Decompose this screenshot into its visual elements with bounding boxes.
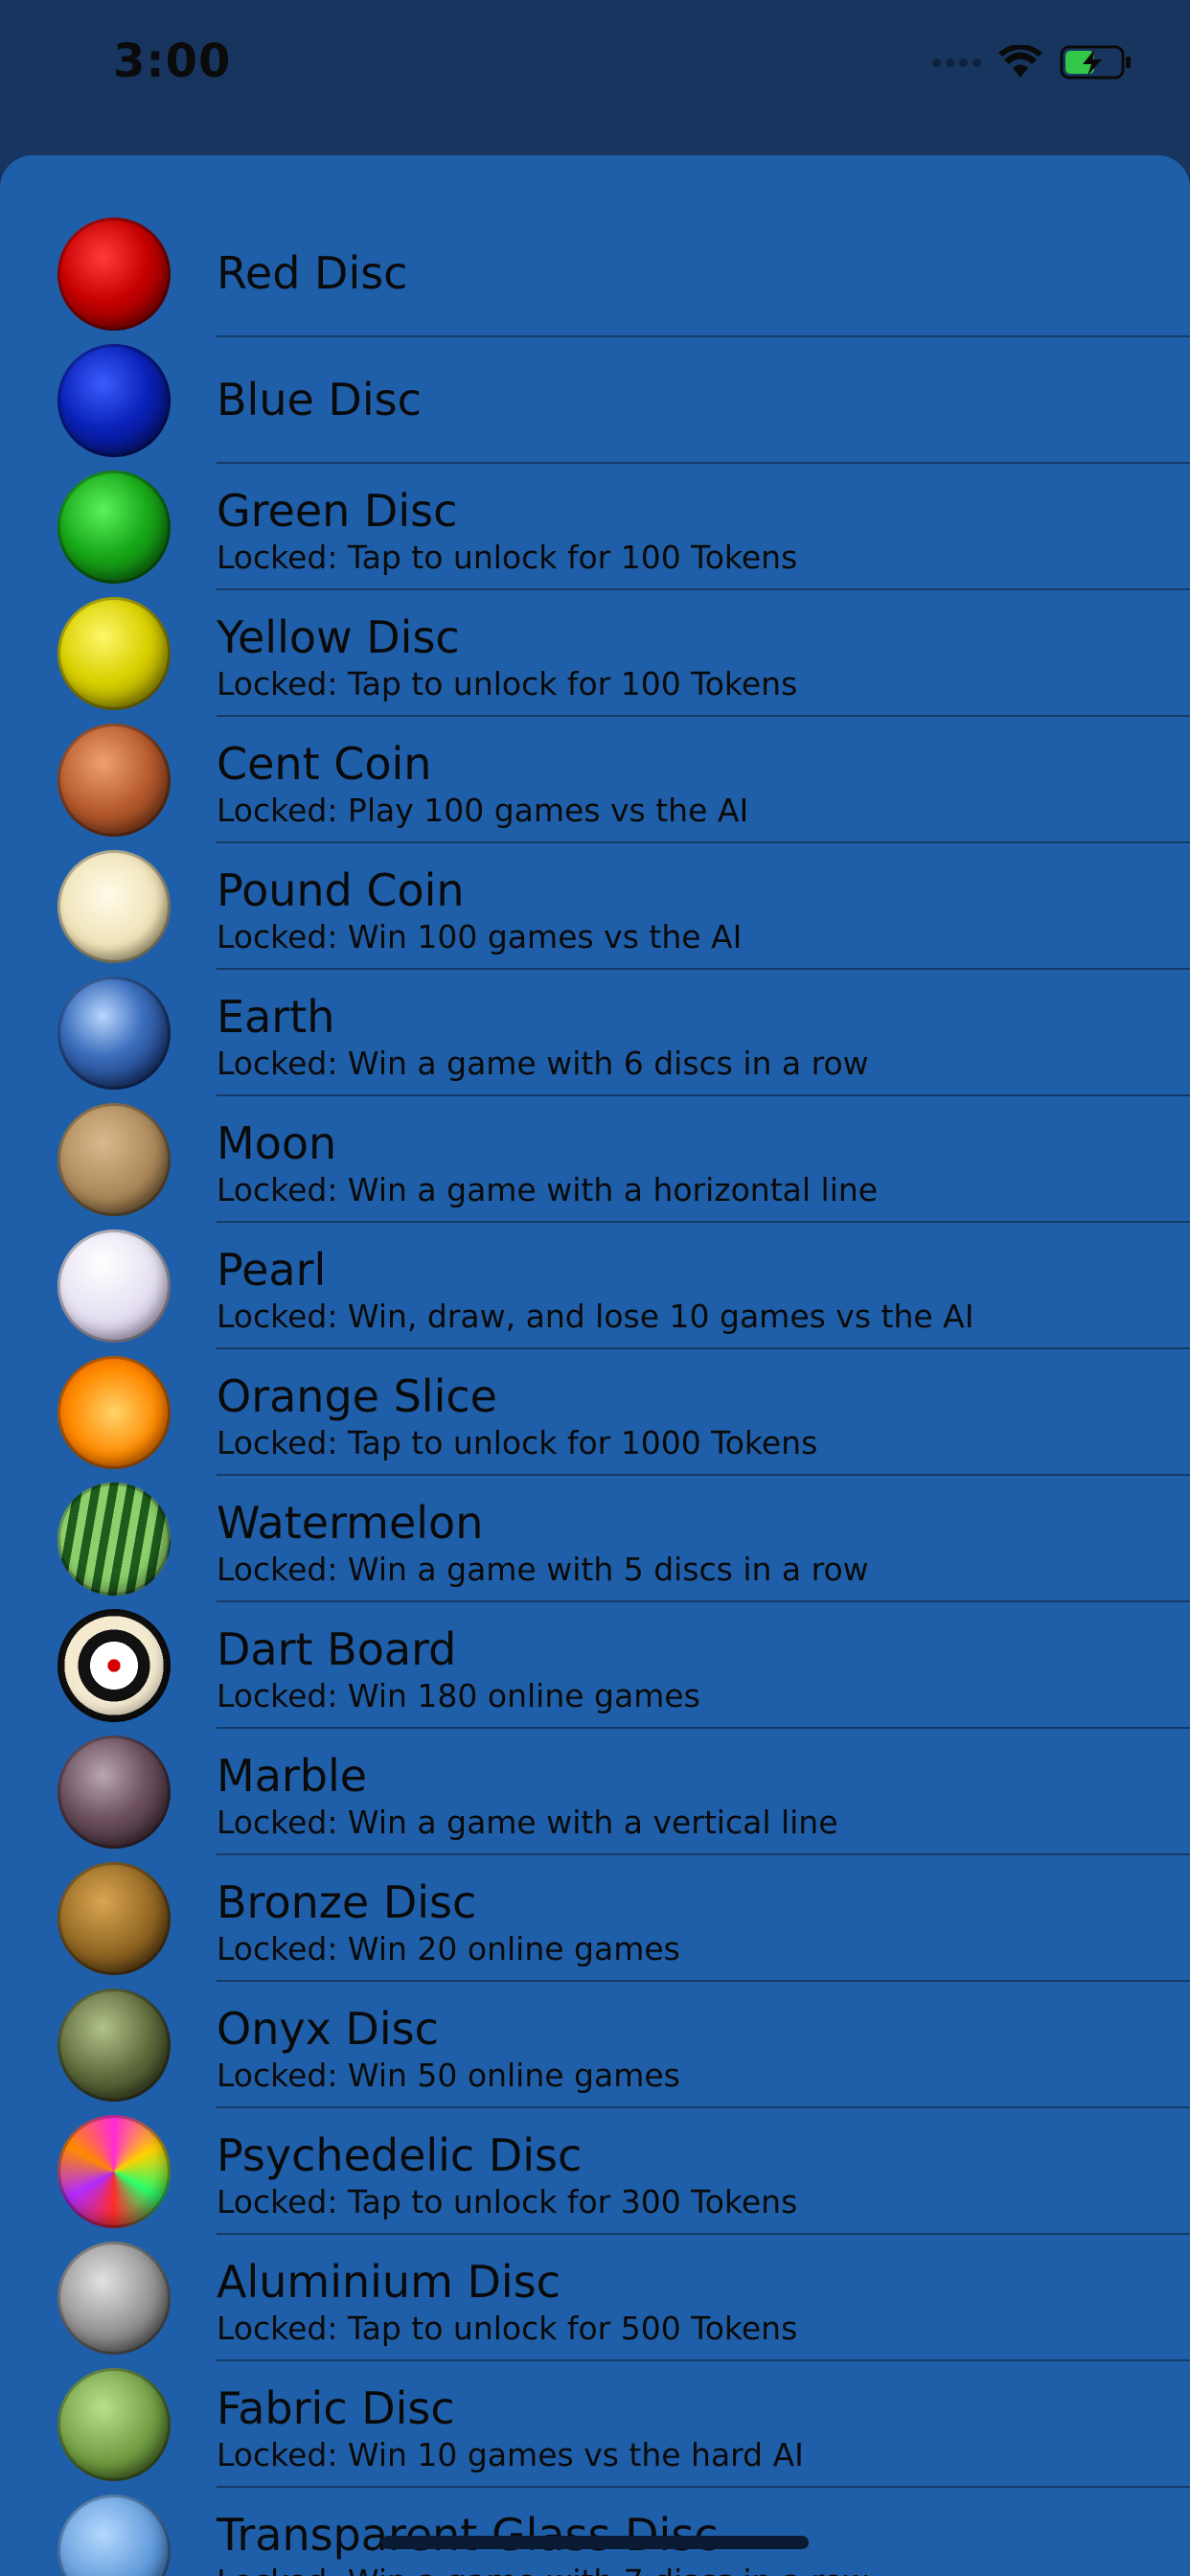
onyx-disc-icon — [57, 1989, 171, 2102]
list-item[interactable]: Orange Slice Locked: Tap to unlock for 10… — [0, 1349, 1190, 1476]
fabric-disc-icon — [57, 2368, 171, 2481]
aluminium-disc-icon — [57, 2242, 171, 2355]
item-title: Pound Coin — [217, 864, 465, 916]
item-title: Yellow Disc — [217, 611, 460, 663]
list-item[interactable]: Transparent Glass Disc Locked: Win a game… — [0, 2488, 1190, 2576]
item-title: Orange Slice — [217, 1370, 497, 1422]
item-title: Green Disc — [217, 485, 458, 537]
item-subtitle: Locked: Tap to unlock for 100 Tokens — [217, 539, 798, 576]
cent-coin-icon — [57, 724, 171, 837]
item-title: Moon — [217, 1117, 337, 1169]
item-title: Watermelon — [217, 1497, 484, 1549]
item-title: Transparent Glass Disc — [217, 2509, 719, 2561]
item-title: Bronze Disc — [217, 1876, 477, 1928]
item-subtitle: Locked: Win a game with 6 discs in a row — [217, 1045, 869, 1082]
list-item[interactable]: Watermelon Locked: Win a game with 5 disc… — [0, 1476, 1190, 1602]
item-title: Marble — [217, 1750, 368, 1802]
item-subtitle: Locked: Win a game with a horizontal lin… — [217, 1171, 879, 1208]
list-item[interactable]: Fabric Disc Locked: Win 10 games vs the h… — [0, 2361, 1190, 2488]
list-item[interactable]: Marble Locked: Win a game with a vertical… — [0, 1729, 1190, 1855]
orange-slice-icon — [57, 1356, 171, 1469]
list-item[interactable]: Yellow Disc Locked: Tap to unlock for 100… — [0, 590, 1190, 717]
list-item[interactable]: Red Disc — [0, 211, 1190, 337]
item-subtitle: Locked: Tap to unlock for 300 Tokens — [217, 2183, 798, 2220]
item-title: Psychedelic Disc — [217, 2129, 583, 2181]
list-item[interactable]: Pearl Locked: Win, draw, and lose 10 game… — [0, 1223, 1190, 1349]
item-subtitle: Locked: Tap to unlock for 500 Tokens — [217, 2310, 798, 2347]
battery-charging-icon — [1060, 45, 1131, 80]
list-item[interactable]: Bronze Disc Locked: Win 20 online games — [0, 1855, 1190, 1982]
disc-list: Red Disc Blue Disc Green Disc Locked: Tap t… — [0, 211, 1190, 2576]
marble-icon — [57, 1736, 171, 1849]
red-disc-icon — [57, 218, 171, 331]
item-title: Onyx Disc — [217, 2003, 439, 2055]
list-item[interactable]: Aluminium Disc Locked: Tap to unlock for … — [0, 2235, 1190, 2361]
item-subtitle: Locked: Tap to unlock for 100 Tokens — [217, 665, 798, 702]
list-item[interactable]: Cent Coin Locked: Play 100 games vs the A… — [0, 717, 1190, 843]
item-subtitle: Locked: Play 100 games vs the AI — [217, 792, 749, 829]
status-icons — [932, 44, 1133, 80]
item-title: Cent Coin — [217, 738, 432, 790]
status-time: 3:00 — [113, 34, 232, 88]
item-title: Dart Board — [217, 1623, 457, 1675]
item-title: Red Disc — [217, 247, 408, 299]
psychedelic-disc-icon — [57, 2115, 171, 2228]
list-item[interactable]: Psychedelic Disc Locked: Tap to unlock fo… — [0, 2108, 1190, 2235]
bronze-disc-icon — [57, 1862, 171, 1975]
home-indicator[interactable] — [381, 2536, 809, 2549]
item-subtitle: Locked: Win, draw, and lose 10 games vs … — [217, 1298, 974, 1335]
blue-disc-icon — [57, 344, 171, 457]
item-subtitle: Locked: Win 10 games vs the hard AI — [217, 2436, 804, 2473]
list-item[interactable]: Earth Locked: Win a game with 6 discs in … — [0, 970, 1190, 1096]
watermelon-icon — [57, 1483, 171, 1596]
item-subtitle: Locked: Win 20 online games — [217, 1930, 680, 1967]
earth-icon — [57, 977, 171, 1090]
yellow-disc-icon — [57, 597, 171, 710]
dart-board-icon — [57, 1609, 171, 1722]
item-subtitle: Locked: Win 180 online games — [217, 1677, 700, 1714]
item-title: Blue Disc — [217, 374, 422, 426]
list-item[interactable]: Blue Disc — [0, 337, 1190, 464]
list-item[interactable]: Moon Locked: Win a game with a horizontal… — [0, 1096, 1190, 1223]
cellular-signal-icon — [932, 58, 981, 67]
list-item[interactable]: Green Disc Locked: Tap to unlock for 100 … — [0, 464, 1190, 590]
item-title: Fabric Disc — [217, 2382, 455, 2434]
list-item[interactable]: Dart Board Locked: Win 180 online games — [0, 1602, 1190, 1729]
item-subtitle: Locked: Win 100 games vs the AI — [217, 918, 743, 955]
item-subtitle: Locked: Win a game with 5 discs in a row — [217, 1551, 869, 1588]
item-subtitle: Locked: Tap to unlock for 1000 Tokens — [217, 1424, 818, 1461]
pearl-icon — [57, 1230, 171, 1343]
glass-disc-icon — [57, 2495, 171, 2576]
item-title: Pearl — [217, 1244, 327, 1296]
item-subtitle: Locked: Win a game with 7 discs in a row — [217, 2563, 869, 2576]
list-item[interactable]: Pound Coin Locked: Win 100 games vs the A… — [0, 843, 1190, 970]
list-item[interactable]: Onyx Disc Locked: Win 50 online games — [0, 1982, 1190, 2108]
disc-picker-sheet: Red Disc Blue Disc Green Disc Locked: Tap t… — [0, 155, 1190, 2576]
item-subtitle: Locked: Win a game with a vertical line — [217, 1804, 838, 1841]
item-title: Aluminium Disc — [217, 2256, 561, 2308]
wifi-icon — [998, 45, 1042, 78]
item-subtitle: Locked: Win 50 online games — [217, 2057, 680, 2094]
pound-coin-icon — [57, 850, 171, 963]
green-disc-icon — [57, 471, 171, 584]
item-title: Earth — [217, 991, 335, 1043]
moon-icon — [57, 1103, 171, 1216]
